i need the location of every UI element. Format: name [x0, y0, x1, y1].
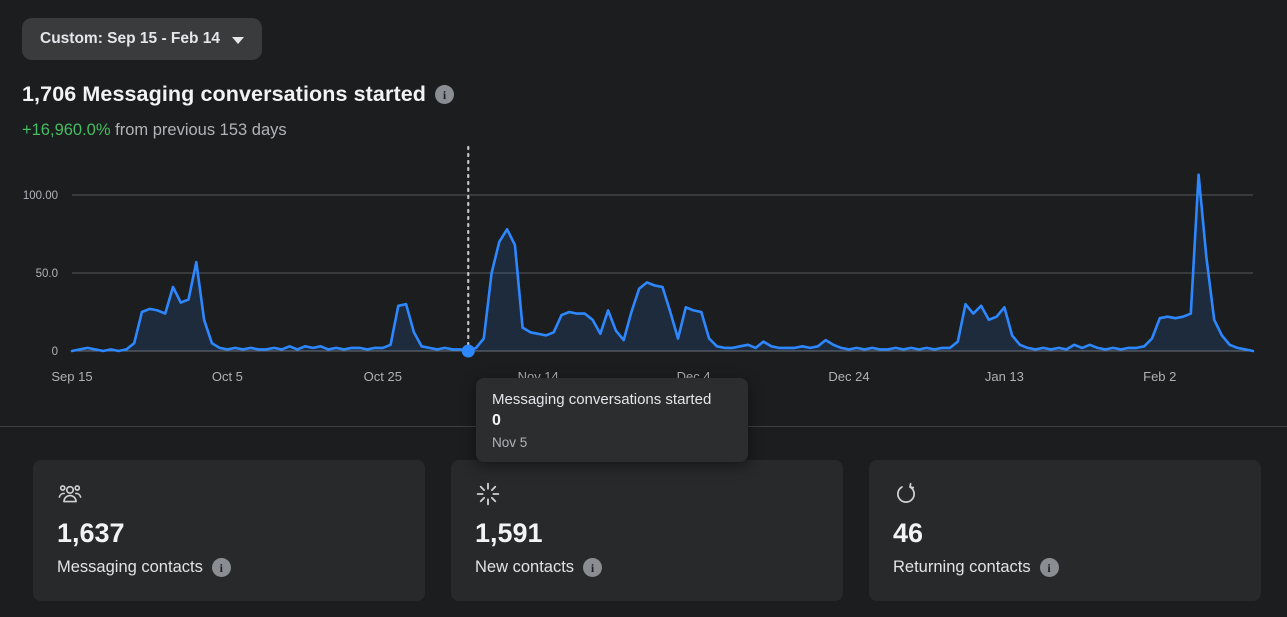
svg-text:Oct 25: Oct 25: [364, 369, 402, 384]
svg-text:Oct 5: Oct 5: [212, 369, 243, 384]
info-icon[interactable]: i: [583, 558, 602, 577]
chart-tooltip: Messaging conversations started 0 Nov 5: [476, 378, 748, 462]
metric-header: 1,706 Messaging conversations started i: [22, 82, 454, 107]
svg-text:Dec 24: Dec 24: [828, 369, 869, 384]
conversations-line-chart[interactable]: 050.0100.00Sep 15Oct 5Oct 25Nov 14Dec 4D…: [0, 140, 1287, 400]
burst-icon: [475, 481, 501, 507]
svg-text:50.0: 50.0: [36, 268, 58, 280]
new-contacts-label: New contacts: [475, 558, 574, 577]
tooltip-metric-label: Messaging conversations started: [492, 391, 732, 408]
info-icon[interactable]: i: [212, 558, 231, 577]
change-context: from previous 153 days: [111, 121, 287, 139]
new-contacts-value: 1,591: [475, 518, 819, 549]
date-range-label: Custom: Sep 15 - Feb 14: [40, 30, 220, 48]
returning-contacts-value: 46: [893, 518, 1237, 549]
messaging-contacts-card: 1,637 Messaging contacts i: [33, 460, 425, 601]
returning-contacts-label: Returning contacts: [893, 558, 1031, 577]
new-contacts-card: 1,591 New contacts i: [451, 460, 843, 601]
refresh-icon: [893, 481, 919, 507]
info-icon[interactable]: i: [435, 85, 454, 104]
returning-contacts-card: 46 Returning contacts i: [869, 460, 1261, 601]
people-group-icon: [57, 481, 83, 507]
messaging-contacts-value: 1,637: [57, 518, 401, 549]
change-percent: +16,960.0%: [22, 121, 111, 139]
info-icon[interactable]: i: [1040, 558, 1059, 577]
svg-text:0: 0: [52, 346, 58, 358]
date-range-selector[interactable]: Custom: Sep 15 - Feb 14: [22, 18, 262, 60]
tooltip-value: 0: [492, 412, 732, 430]
page-title: 1,706 Messaging conversations started: [22, 82, 426, 107]
svg-text:Feb 2: Feb 2: [1143, 369, 1176, 384]
svg-text:100.00: 100.00: [23, 190, 58, 202]
svg-text:Sep 15: Sep 15: [51, 369, 92, 384]
messaging-contacts-label: Messaging contacts: [57, 558, 203, 577]
tooltip-date: Nov 5: [492, 435, 732, 450]
svg-text:Jan 13: Jan 13: [985, 369, 1024, 384]
change-summary: +16,960.0% from previous 153 days: [22, 121, 287, 140]
caret-down-icon: [232, 37, 244, 44]
metric-cards: 1,637 Messaging contacts i 1,591 New con…: [33, 460, 1261, 601]
